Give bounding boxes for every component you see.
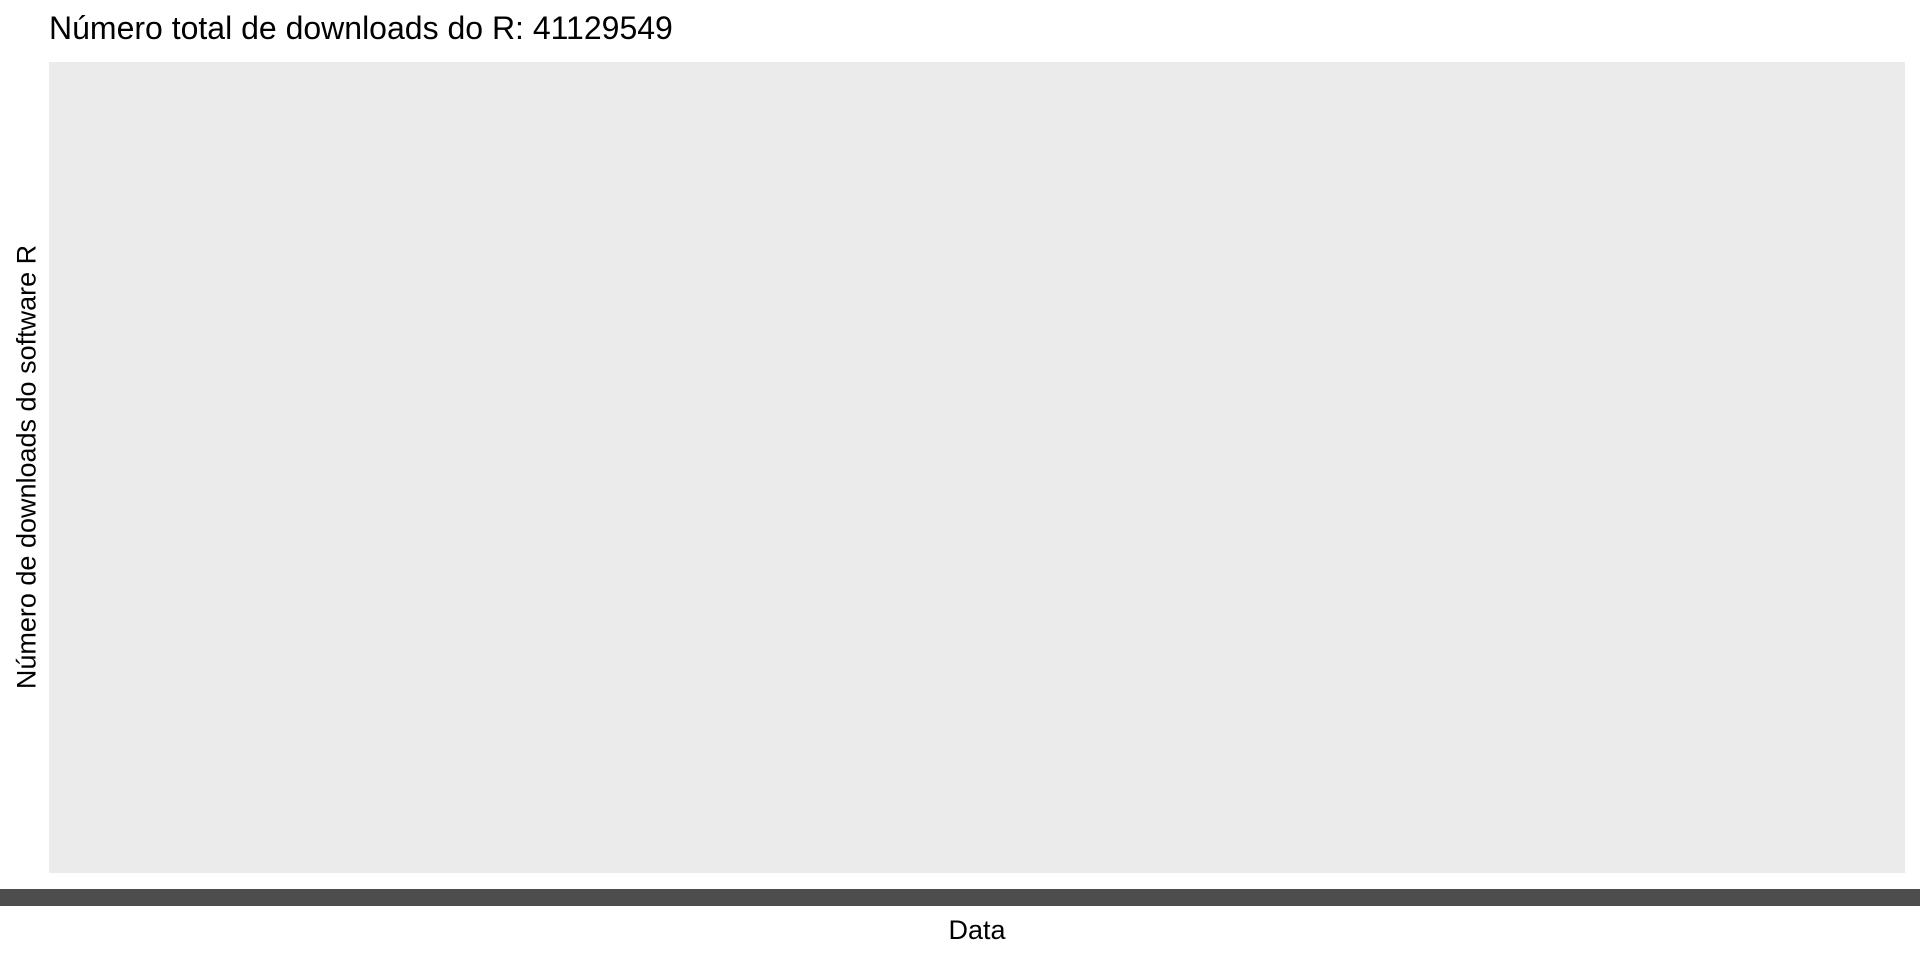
chart: Número total de downloads do R: 41129549… xyxy=(0,0,1920,960)
plot-panel xyxy=(49,62,1905,873)
y-axis: Número de downloads do software R xyxy=(0,62,49,873)
x-axis-band xyxy=(0,889,1920,906)
y-axis-label: Número de downloads do software R xyxy=(11,244,42,690)
x-axis-label: Data xyxy=(948,915,1006,945)
chart-title: Número total de downloads do R: 41129549 xyxy=(49,10,673,46)
